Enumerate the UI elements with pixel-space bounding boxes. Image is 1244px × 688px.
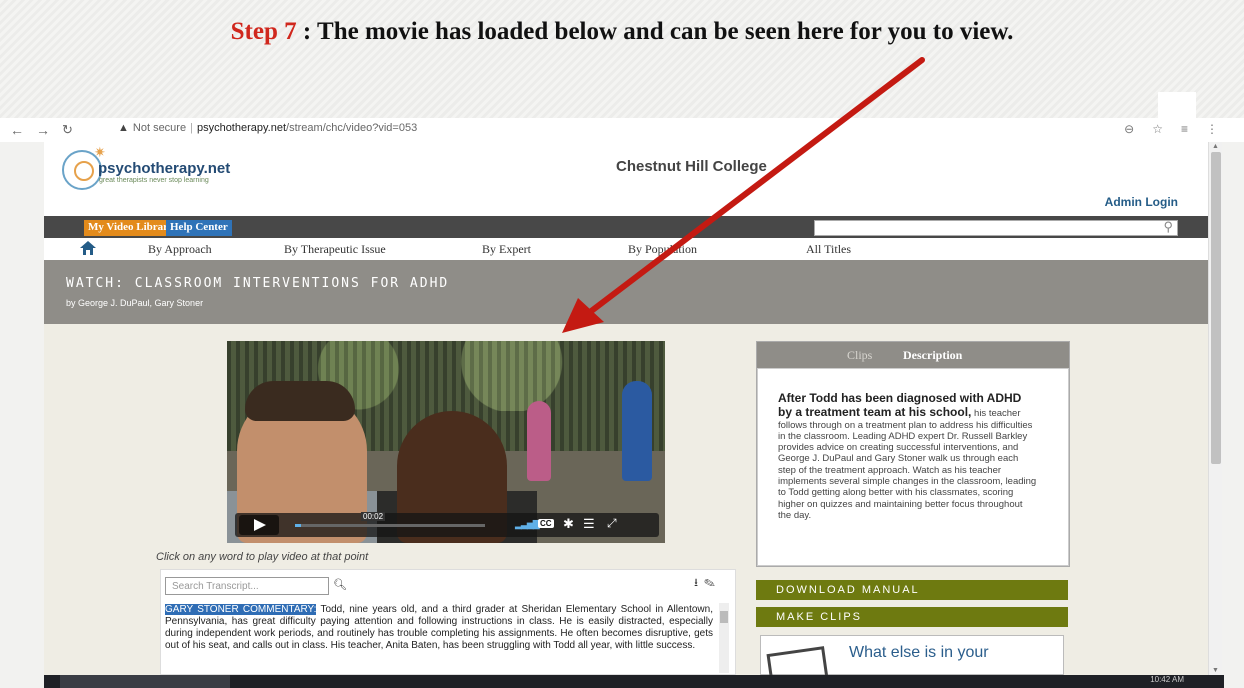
captions-button[interactable]: CC bbox=[538, 519, 554, 528]
page-scrollbar[interactable]: ▲ ▼ bbox=[1208, 142, 1222, 675]
nav-by-approach[interactable]: By Approach bbox=[148, 242, 212, 257]
url-host: psychotherapy.net bbox=[196, 122, 287, 134]
admin-login-link[interactable]: Admin Login bbox=[1105, 195, 1178, 209]
help-center-button[interactable]: Help Center bbox=[166, 220, 232, 236]
what-else-promo[interactable]: What else is in your bbox=[760, 635, 1064, 675]
description-body-text: his teacher follows through on a treatme… bbox=[778, 408, 1037, 521]
address-separator: | bbox=[190, 122, 193, 134]
volume-icon[interactable]: ▂▃▅▇ bbox=[515, 519, 540, 530]
watch-header: WATCH: CLASSROOM INTERVENTIONS FOR ADHD … bbox=[44, 260, 1208, 324]
promo-box-icon bbox=[766, 646, 830, 675]
video-frame-hair bbox=[245, 381, 355, 421]
nav-by-issue[interactable]: By Therapeutic Issue bbox=[284, 242, 386, 257]
content-area: 00:02 ▂▃▅▇ CC ✱ ☰ ⤢ Click on any word to… bbox=[44, 324, 1208, 675]
video-progress-track[interactable]: 00:02 bbox=[295, 512, 485, 527]
transcript-tools: ⭳✎ bbox=[694, 574, 721, 593]
page-scroll-thumb[interactable] bbox=[1211, 152, 1221, 464]
video-time: 00:02 bbox=[361, 512, 386, 521]
settings-gear-icon[interactable]: ✱ bbox=[563, 516, 574, 532]
download-manual-button[interactable]: DOWNLOAD MANUAL bbox=[756, 580, 1068, 600]
video-frame-child bbox=[622, 381, 652, 481]
step-label: Step 7 bbox=[230, 18, 297, 45]
search-icon[interactable]: ⚲ bbox=[1163, 219, 1173, 235]
college-name: Chestnut Hill College bbox=[616, 158, 767, 175]
video-library-button[interactable]: My Video Library bbox=[84, 220, 178, 236]
logo-tagline: great therapists never stop learning bbox=[99, 177, 209, 184]
video-authors: by George J. DuPaul, Gary Stoner bbox=[66, 298, 204, 308]
step-text: : The movie has loaded below and can be … bbox=[296, 18, 1014, 45]
description-body: After Todd has been diagnosed with ADHD … bbox=[757, 368, 1069, 566]
transcript-scroll-thumb[interactable] bbox=[720, 611, 728, 623]
video-title: WATCH: CLASSROOM INTERVENTIONS FOR ADHD bbox=[66, 276, 450, 291]
site-search-input[interactable]: ⚲ bbox=[814, 219, 1178, 236]
warning-icon: ▲ bbox=[118, 122, 129, 134]
nav-all-titles[interactable]: All Titles bbox=[806, 242, 851, 257]
nav-by-population[interactable]: By Population bbox=[628, 242, 697, 257]
blank-patch bbox=[1158, 92, 1196, 120]
video-controls: 00:02 ▂▃▅▇ CC ✱ ☰ ⤢ bbox=[235, 512, 659, 537]
description-text: After Todd has been diagnosed with ADHD … bbox=[778, 391, 1038, 521]
reading-list-icon[interactable]: ≡ bbox=[1181, 122, 1206, 136]
logo-name[interactable]: psychotherapy.net bbox=[98, 160, 230, 177]
url-path: /stream/chc/video?vid=053 bbox=[286, 122, 418, 134]
scroll-down-icon[interactable]: ▼ bbox=[1212, 667, 1219, 674]
download-icon[interactable]: ⭳ bbox=[694, 577, 704, 589]
security-label: Not secure bbox=[132, 122, 187, 134]
category-nav: By Approach By Therapeutic Issue By Expe… bbox=[44, 238, 1208, 260]
instruction-title: Step 7 : The movie has loaded below and … bbox=[0, 18, 1244, 46]
edit-icon[interactable]: ✎ bbox=[704, 577, 721, 589]
star-icon[interactable]: ☆ bbox=[1152, 122, 1181, 136]
home-icon[interactable] bbox=[80, 241, 96, 255]
video-frame-child bbox=[527, 401, 551, 481]
transcript-scrollbar[interactable] bbox=[719, 603, 729, 673]
menu-icon[interactable]: ⋮ bbox=[1206, 122, 1236, 136]
fullscreen-icon[interactable]: ⤢ bbox=[607, 516, 617, 531]
scroll-up-icon[interactable]: ▲ bbox=[1212, 143, 1219, 150]
reload-icon[interactable]: ↻ bbox=[62, 122, 73, 138]
video-player[interactable]: 00:02 ▂▃▅▇ CC ✱ ☰ ⤢ bbox=[227, 341, 665, 543]
browser-actions: ⊖☆≡⋮ bbox=[1124, 122, 1236, 136]
description-tabs: Clips Description bbox=[757, 342, 1069, 368]
taskbar-clock: 10:42 AM bbox=[1150, 675, 1184, 684]
nav-by-expert[interactable]: By Expert bbox=[482, 242, 531, 257]
web-page: ✷ psychotherapy.net great therapists nev… bbox=[44, 142, 1208, 675]
taskbar-search[interactable] bbox=[60, 675, 230, 688]
right-margin bbox=[1222, 142, 1244, 675]
transcript-hint: Click on any word to play video at that … bbox=[156, 551, 369, 563]
logo-star-icon: ✷ bbox=[94, 144, 106, 160]
transcript-panel: Search Transcript... 🔍︎ ⭳✎ GARY STONER C… bbox=[160, 569, 736, 675]
tab-clips[interactable]: Clips bbox=[847, 348, 872, 363]
address-bar[interactable]: ▲ Not secure | psychotherapy.net/stream/chc… bbox=[118, 122, 417, 134]
browser-toolbar: ← → ↻ ▲ Not secure | psychotherapy.net/stre… bbox=[0, 118, 1244, 142]
transcript-search-input[interactable]: Search Transcript... bbox=[165, 577, 329, 595]
description-panel: Clips Description After Todd has been di… bbox=[756, 341, 1070, 567]
tab-description[interactable]: Description bbox=[903, 348, 962, 363]
instruction-banner: Step 7 : The movie has loaded below and … bbox=[0, 0, 1244, 120]
site-header: ✷ psychotherapy.net great therapists nev… bbox=[44, 142, 1208, 216]
play-button[interactable] bbox=[239, 515, 279, 535]
zoom-icon[interactable]: ⊖ bbox=[1124, 122, 1152, 136]
menu-bar: My Video Library Help Center ⚲ bbox=[44, 216, 1208, 238]
make-clips-button[interactable]: MAKE CLIPS bbox=[756, 607, 1068, 627]
search-icon[interactable]: 🔍︎ bbox=[333, 578, 347, 591]
playlist-icon[interactable]: ☰ bbox=[583, 516, 595, 532]
transcript-text[interactable]: GARY STONER COMMENTARY: Todd, nine years… bbox=[165, 604, 713, 652]
video-progress-fill bbox=[295, 524, 301, 527]
promo-text: What else is in your bbox=[849, 644, 989, 661]
forward-icon[interactable]: → bbox=[36, 122, 50, 138]
speaker-label[interactable]: GARY STONER COMMENTARY: bbox=[165, 604, 317, 615]
back-icon[interactable]: ← bbox=[10, 122, 24, 138]
taskbar: 10:42 AM bbox=[44, 675, 1224, 688]
